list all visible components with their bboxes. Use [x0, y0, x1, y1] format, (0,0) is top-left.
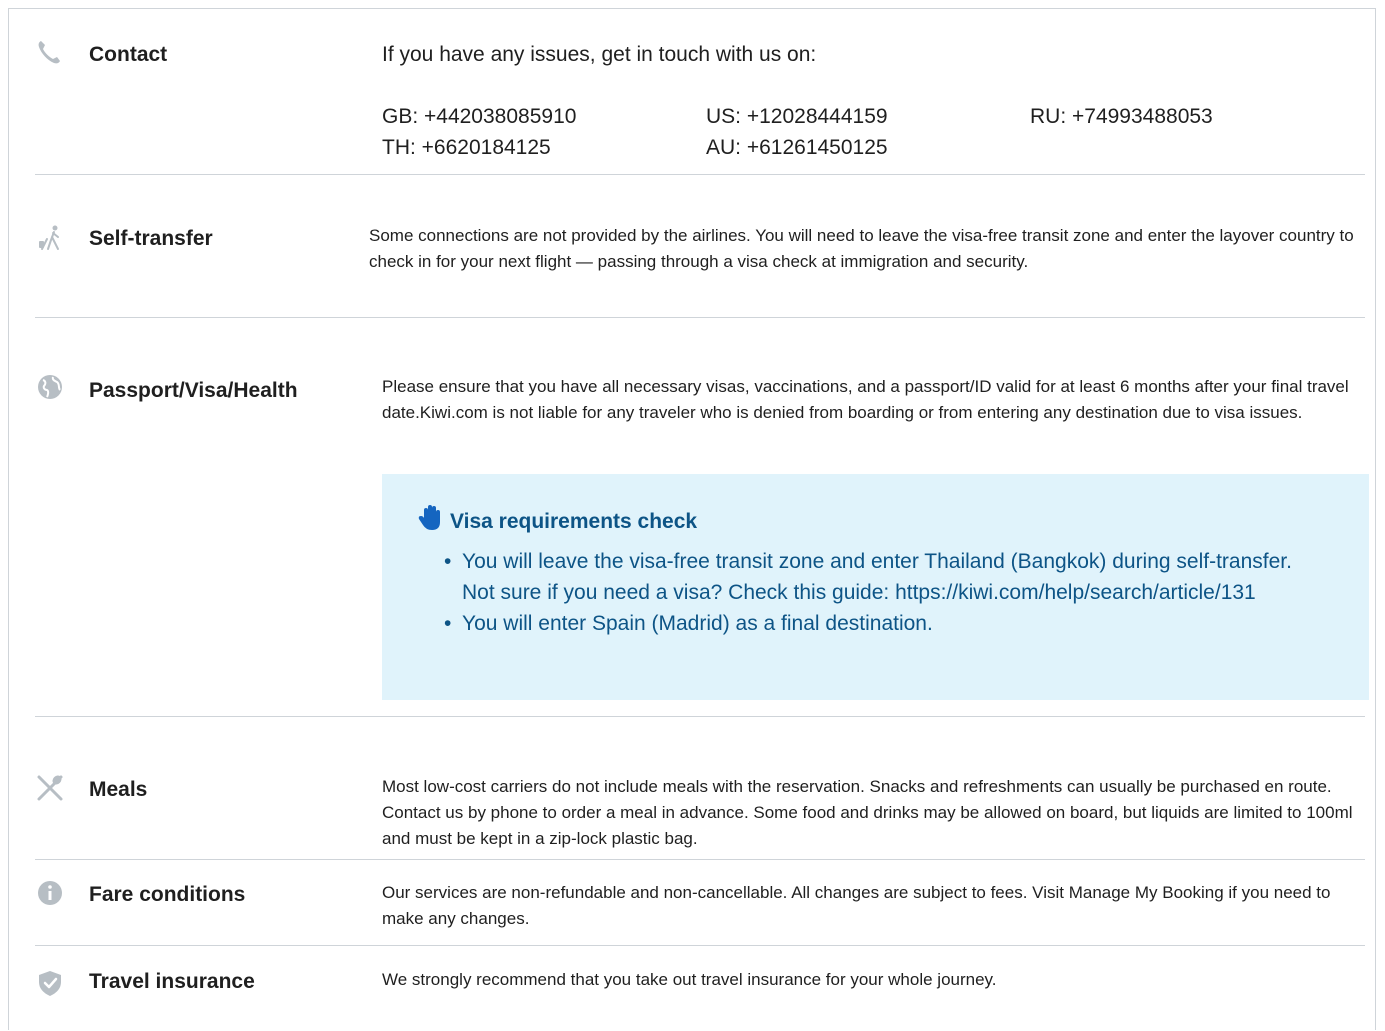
fare-conditions-title: Fare conditions	[89, 883, 246, 906]
list-item: You will enter Spain (Madrid) as a final…	[444, 608, 1325, 639]
phone-icon	[38, 41, 60, 64]
meals-title: Meals	[89, 778, 148, 801]
self-transfer-title: Self-transfer	[89, 227, 213, 250]
section-contact: Contact If you have any issues, get in t…	[9, 9, 1375, 177]
passport-title: Passport/Visa/Health	[89, 379, 298, 402]
phone-number-th[interactable]: TH: +6620184125	[382, 132, 551, 163]
phone-number-ru[interactable]: RU: +74993488053	[1030, 101, 1213, 132]
fare-conditions-text: Our services are non-refundable and non-…	[382, 883, 1331, 928]
info-panel: Contact If you have any issues, get in t…	[8, 8, 1376, 1030]
cutlery-icon	[37, 775, 63, 801]
section-fare-conditions: Fare conditions Our services are non-ref…	[9, 860, 1375, 946]
contact-intro: If you have any issues, get in touch wit…	[382, 43, 817, 66]
list-item: You will leave the visa-free transit zon…	[444, 546, 1325, 608]
passport-text: Please ensure that you have all necessar…	[382, 377, 1349, 422]
globe-icon	[38, 375, 62, 399]
info-icon	[38, 881, 62, 905]
section-meals: Meals Most low-cost carriers do not incl…	[9, 717, 1375, 859]
visa-requirements-list: You will leave the visa-free transit zon…	[444, 546, 1325, 639]
phone-number-au[interactable]: AU: +61261450125	[706, 132, 888, 163]
self-transfer-text: Some connections are not provided by the…	[369, 226, 1354, 271]
traveler-icon	[39, 225, 59, 250]
contact-title: Contact	[89, 43, 168, 66]
travel-insurance-text: We strongly recommend that you take out …	[382, 970, 997, 989]
section-self-transfer: Self-transfer Some connections are not p…	[9, 175, 1375, 319]
phone-number-us[interactable]: US: +12028444159	[706, 101, 888, 132]
shield-icon	[39, 971, 61, 996]
phone-number-gb[interactable]: GB: +442038085910	[382, 101, 576, 132]
section-travel-insurance: Travel insurance We strongly recommend t…	[9, 946, 1375, 1031]
travel-insurance-title: Travel insurance	[89, 970, 255, 993]
meals-text: Most low-cost carriers do not include me…	[382, 777, 1353, 848]
visa-requirements-box: Visa requirements check You will leave t…	[382, 474, 1369, 700]
visa-requirements-title: Visa requirements check	[450, 510, 698, 533]
hand-icon	[418, 505, 440, 530]
